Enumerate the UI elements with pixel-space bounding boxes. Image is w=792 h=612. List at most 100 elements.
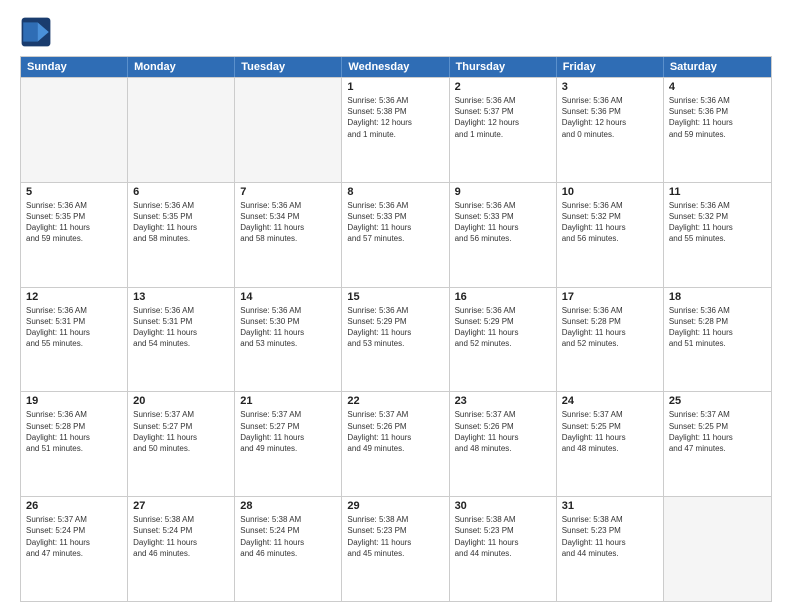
- cell-info: Sunrise: 5:36 AM Sunset: 5:32 PM Dayligh…: [562, 200, 658, 245]
- week-row-5: 26Sunrise: 5:37 AM Sunset: 5:24 PM Dayli…: [21, 496, 771, 601]
- cell-day-number: 25: [669, 395, 766, 407]
- cell-day-number: 19: [26, 395, 122, 407]
- cell-day-number: 8: [347, 186, 443, 198]
- calendar-cell: [664, 497, 771, 601]
- cell-day-number: 1: [347, 81, 443, 93]
- calendar-cell: 30Sunrise: 5:38 AM Sunset: 5:23 PM Dayli…: [450, 497, 557, 601]
- calendar-cell: 27 Sunrise: 5:38 AM Sunset: 5:24 PM Dayli…: [128, 497, 235, 601]
- cell-info: Sunrise: 5:37 AM Sunset: 5:27 PM Dayligh…: [133, 409, 229, 454]
- week-row-2: 5Sunrise: 5:36 AM Sunset: 5:35 PM Daylig…: [21, 182, 771, 287]
- cell-info: Sunrise: 5:38 AM Sunset: 5:23 PM Dayligh…: [562, 514, 658, 559]
- calendar-cell: 17 Sunrise: 5:36 AM Sunset: 5:28 PM Dayli…: [557, 288, 664, 392]
- cell-day-number: 14: [240, 291, 336, 303]
- calendar-cell: 1 Sunrise: 5:36 AM Sunset: 5:38 PM Daylig…: [342, 78, 449, 182]
- cell-day-number: 6: [133, 186, 229, 198]
- calendar-cell: 4 Sunrise: 5:36 AM Sunset: 5:36 PM Daylig…: [664, 78, 771, 182]
- calendar-cell: 22 Sunrise: 5:37 AM Sunset: 5:26 PM Dayli…: [342, 392, 449, 496]
- cell-info: Sunrise: 5:38 AM Sunset: 5:23 PM Dayligh…: [347, 514, 443, 559]
- cell-info: Sunrise: 5:36 AM Sunset: 5:29 PM Dayligh…: [347, 305, 443, 350]
- week-row-3: 12 Sunrise: 5:36 AM Sunset: 5:31 PM Dayli…: [21, 287, 771, 392]
- cell-info: Sunrise: 5:36 AM Sunset: 5:33 PM Dayligh…: [455, 200, 551, 245]
- cell-day-number: 20: [133, 395, 229, 407]
- day-header-tuesday: Tuesday: [235, 57, 342, 77]
- calendar-cell: 11 Sunrise: 5:36 AM Sunset: 5:32 PM Dayli…: [664, 183, 771, 287]
- cell-day-number: 2: [455, 81, 551, 93]
- cell-day-number: 29: [347, 500, 443, 512]
- calendar-cell: 21Sunrise: 5:37 AM Sunset: 5:27 PM Dayli…: [235, 392, 342, 496]
- cell-info: Sunrise: 5:36 AM Sunset: 5:38 PM Dayligh…: [347, 95, 443, 140]
- cell-info: Sunrise: 5:36 AM Sunset: 5:36 PM Dayligh…: [669, 95, 766, 140]
- week-row-4: 19 Sunrise: 5:36 AM Sunset: 5:28 PM Dayli…: [21, 391, 771, 496]
- calendar-cell: 7Sunrise: 5:36 AM Sunset: 5:34 PM Daylig…: [235, 183, 342, 287]
- cell-day-number: 22: [347, 395, 443, 407]
- calendar-page: SundayMondayTuesdayWednesdayThursdayFrid…: [0, 0, 792, 612]
- calendar-cell: [21, 78, 128, 182]
- cell-day-number: 12: [26, 291, 122, 303]
- cell-info: Sunrise: 5:36 AM Sunset: 5:35 PM Dayligh…: [133, 200, 229, 245]
- cell-day-number: 17: [562, 291, 658, 303]
- cell-info: Sunrise: 5:36 AM Sunset: 5:28 PM Dayligh…: [562, 305, 658, 350]
- cell-day-number: 27: [133, 500, 229, 512]
- cell-day-number: 15: [347, 291, 443, 303]
- calendar-cell: 28Sunrise: 5:38 AM Sunset: 5:24 PM Dayli…: [235, 497, 342, 601]
- calendar-cell: 23 Sunrise: 5:37 AM Sunset: 5:26 PM Dayli…: [450, 392, 557, 496]
- cell-info: Sunrise: 5:37 AM Sunset: 5:26 PM Dayligh…: [347, 409, 443, 454]
- calendar-cell: 20 Sunrise: 5:37 AM Sunset: 5:27 PM Dayli…: [128, 392, 235, 496]
- calendar-cell: 15 Sunrise: 5:36 AM Sunset: 5:29 PM Dayli…: [342, 288, 449, 392]
- cell-info: Sunrise: 5:36 AM Sunset: 5:36 PM Dayligh…: [562, 95, 658, 140]
- cell-info: Sunrise: 5:36 AM Sunset: 5:30 PM Dayligh…: [240, 305, 336, 350]
- day-headers: SundayMondayTuesdayWednesdayThursdayFrid…: [21, 57, 771, 77]
- day-header-sunday: Sunday: [21, 57, 128, 77]
- cell-day-number: 24: [562, 395, 658, 407]
- cell-info: Sunrise: 5:36 AM Sunset: 5:33 PM Dayligh…: [347, 200, 443, 245]
- calendar-cell: 19 Sunrise: 5:36 AM Sunset: 5:28 PM Dayli…: [21, 392, 128, 496]
- calendar-cell: 13 Sunrise: 5:36 AM Sunset: 5:31 PM Dayli…: [128, 288, 235, 392]
- calendar-cell: 2Sunrise: 5:36 AM Sunset: 5:37 PM Daylig…: [450, 78, 557, 182]
- calendar-cell: 29 Sunrise: 5:38 AM Sunset: 5:23 PM Dayli…: [342, 497, 449, 601]
- calendar-body: 1 Sunrise: 5:36 AM Sunset: 5:38 PM Daylig…: [21, 77, 771, 601]
- cell-info: Sunrise: 5:37 AM Sunset: 5:26 PM Dayligh…: [455, 409, 551, 454]
- day-header-monday: Monday: [128, 57, 235, 77]
- cell-day-number: 10: [562, 186, 658, 198]
- logo-icon: [20, 16, 52, 48]
- calendar-cell: [128, 78, 235, 182]
- cell-info: Sunrise: 5:36 AM Sunset: 5:31 PM Dayligh…: [26, 305, 122, 350]
- calendar-cell: 18 Sunrise: 5:36 AM Sunset: 5:28 PM Dayli…: [664, 288, 771, 392]
- week-row-1: 1 Sunrise: 5:36 AM Sunset: 5:38 PM Daylig…: [21, 77, 771, 182]
- calendar: SundayMondayTuesdayWednesdayThursdayFrid…: [20, 56, 772, 602]
- day-header-wednesday: Wednesday: [342, 57, 449, 77]
- calendar-cell: 8 Sunrise: 5:36 AM Sunset: 5:33 PM Daylig…: [342, 183, 449, 287]
- cell-day-number: 11: [669, 186, 766, 198]
- logo: [20, 16, 56, 48]
- cell-day-number: 31: [562, 500, 658, 512]
- calendar-cell: 25Sunrise: 5:37 AM Sunset: 5:25 PM Dayli…: [664, 392, 771, 496]
- cell-day-number: 13: [133, 291, 229, 303]
- cell-day-number: 3: [562, 81, 658, 93]
- cell-info: Sunrise: 5:38 AM Sunset: 5:24 PM Dayligh…: [133, 514, 229, 559]
- cell-day-number: 26: [26, 500, 122, 512]
- calendar-cell: 3 Sunrise: 5:36 AM Sunset: 5:36 PM Daylig…: [557, 78, 664, 182]
- calendar-cell: 24Sunrise: 5:37 AM Sunset: 5:25 PM Dayli…: [557, 392, 664, 496]
- calendar-cell: 9 Sunrise: 5:36 AM Sunset: 5:33 PM Daylig…: [450, 183, 557, 287]
- cell-day-number: 23: [455, 395, 551, 407]
- cell-info: Sunrise: 5:36 AM Sunset: 5:31 PM Dayligh…: [133, 305, 229, 350]
- cell-info: Sunrise: 5:38 AM Sunset: 5:23 PM Dayligh…: [455, 514, 551, 559]
- cell-info: Sunrise: 5:36 AM Sunset: 5:28 PM Dayligh…: [669, 305, 766, 350]
- calendar-cell: 16Sunrise: 5:36 AM Sunset: 5:29 PM Dayli…: [450, 288, 557, 392]
- day-header-thursday: Thursday: [450, 57, 557, 77]
- cell-info: Sunrise: 5:36 AM Sunset: 5:29 PM Dayligh…: [455, 305, 551, 350]
- cell-info: Sunrise: 5:36 AM Sunset: 5:28 PM Dayligh…: [26, 409, 122, 454]
- calendar-cell: 10 Sunrise: 5:36 AM Sunset: 5:32 PM Dayli…: [557, 183, 664, 287]
- cell-day-number: 21: [240, 395, 336, 407]
- cell-day-number: 28: [240, 500, 336, 512]
- calendar-cell: 5Sunrise: 5:36 AM Sunset: 5:35 PM Daylig…: [21, 183, 128, 287]
- calendar-cell: 6 Sunrise: 5:36 AM Sunset: 5:35 PM Daylig…: [128, 183, 235, 287]
- day-header-friday: Friday: [557, 57, 664, 77]
- cell-day-number: 7: [240, 186, 336, 198]
- calendar-cell: [235, 78, 342, 182]
- header: [20, 16, 772, 48]
- cell-day-number: 4: [669, 81, 766, 93]
- cell-day-number: 18: [669, 291, 766, 303]
- cell-day-number: 9: [455, 186, 551, 198]
- cell-info: Sunrise: 5:36 AM Sunset: 5:32 PM Dayligh…: [669, 200, 766, 245]
